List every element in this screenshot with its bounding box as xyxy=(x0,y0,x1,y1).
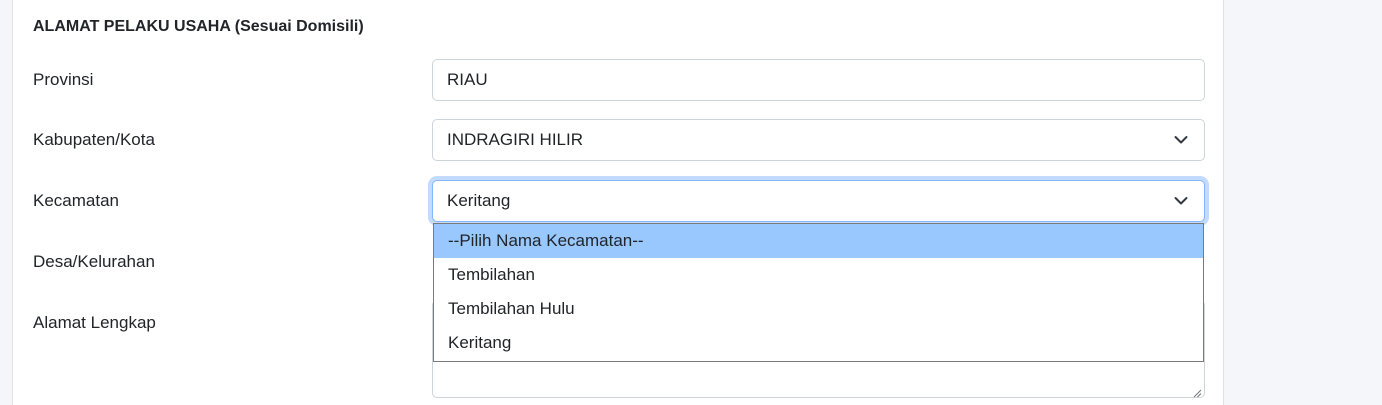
right-background xyxy=(1223,0,1382,405)
dropdown-option[interactable]: --Pilih Nama Kecamatan-- xyxy=(434,224,1203,258)
dropdown-option[interactable]: Tembilahan Hulu xyxy=(434,292,1203,326)
resize-grip-icon[interactable] xyxy=(1192,385,1202,398)
chevron-down-icon xyxy=(1174,135,1188,145)
kecamatan-label: Kecamatan xyxy=(33,191,119,210)
alamat-label: Alamat Lengkap xyxy=(33,313,156,332)
kabupaten-value: INDRAGIRI HILIR xyxy=(447,130,584,149)
provinsi-value: RIAU xyxy=(447,70,488,89)
provinsi-input[interactable]: RIAU xyxy=(432,59,1205,101)
section-title: ALAMAT PELAKU USAHA (Sesuai Domisili) xyxy=(33,18,364,35)
left-gutter xyxy=(0,0,13,405)
kabupaten-select[interactable]: INDRAGIRI HILIR xyxy=(432,119,1205,161)
desa-label: Desa/Kelurahan xyxy=(33,252,155,271)
form-page: ALAMAT PELAKU USAHA (Sesuai Domisili) Pr… xyxy=(0,0,1382,405)
chevron-down-icon xyxy=(1174,196,1188,206)
provinsi-label: Provinsi xyxy=(33,70,94,89)
kecamatan-select[interactable]: Keritang xyxy=(432,180,1205,222)
kecamatan-dropdown-list: --Pilih Nama Kecamatan-- Tembilahan Temb… xyxy=(433,223,1204,362)
dropdown-option[interactable]: Tembilahan xyxy=(434,258,1203,292)
dropdown-option[interactable]: Keritang xyxy=(434,326,1203,360)
kecamatan-value: Keritang xyxy=(447,191,511,210)
kabupaten-label: Kabupaten/Kota xyxy=(33,130,155,149)
